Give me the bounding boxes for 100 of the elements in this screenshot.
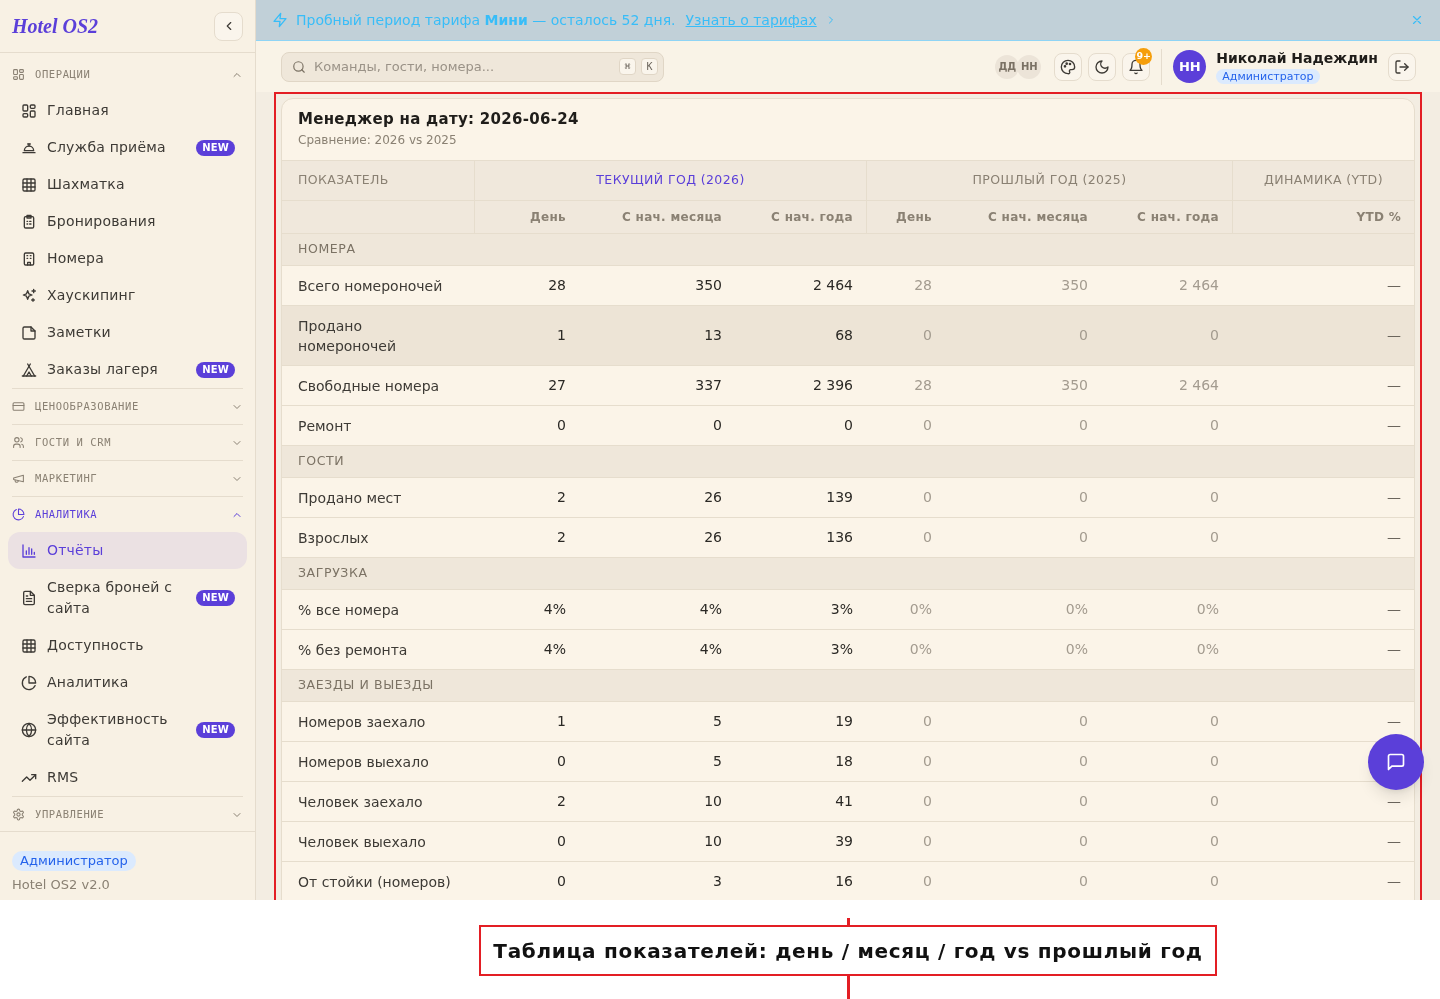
metric-value: 0 — [1210, 872, 1219, 891]
metric-value: 1 — [557, 326, 566, 345]
metric-value: 0 — [1210, 792, 1219, 811]
column-group-header: ДИНАМИКА (YTD) — [1264, 171, 1383, 190]
pie-chart-icon — [12, 508, 25, 521]
metric-value: 41 — [835, 792, 853, 811]
metric-value: 27 — [548, 376, 566, 395]
metric-value: 0 — [713, 416, 722, 435]
metric-label: Продано мест — [298, 488, 402, 508]
app-logo: Hotel OS2 — [12, 14, 99, 39]
nav-item[interactable]: Заметки — [8, 314, 247, 351]
pie-chart-icon — [21, 674, 37, 691]
metric-value: 0 — [1210, 528, 1219, 547]
metric-value: 3% — [830, 640, 853, 659]
nav-item[interactable]: Заказы лагеря NEW — [8, 351, 247, 388]
dark-mode-button[interactable] — [1088, 52, 1117, 81]
column-header: День — [530, 209, 566, 226]
nav-item[interactable]: Главная — [8, 92, 247, 129]
metric-value: 0 — [557, 832, 566, 851]
palette-button[interactable] — [1054, 52, 1083, 81]
section-label: ГОСТИ — [298, 452, 345, 471]
metric-value: 136 — [826, 528, 853, 547]
metric-value: 350 — [1061, 376, 1088, 395]
metric-value: 0% — [1065, 640, 1088, 659]
metric-value: 0 — [1079, 416, 1088, 435]
role-badge: Администратор — [1216, 69, 1320, 84]
new-badge: NEW — [196, 361, 235, 378]
metric-value: 0 — [1079, 528, 1088, 547]
metric-value: 2 464 — [1178, 376, 1219, 395]
metric-label: Взрослых — [298, 528, 369, 548]
section-label: ЗАГРУЗКА — [298, 564, 368, 583]
new-badge: NEW — [196, 139, 235, 156]
column-header: День — [896, 209, 932, 226]
column-header: С нач. месяца — [622, 209, 722, 226]
metric-value: — — [1387, 528, 1401, 547]
nav-item[interactable]: Аналитика — [8, 664, 247, 701]
nav-item[interactable]: Служба приёма NEW — [8, 129, 247, 166]
nav-item[interactable]: Доступность — [8, 627, 247, 664]
new-badge: NEW — [196, 722, 235, 738]
column-header: ПОКАЗАТЕЛЬ — [298, 171, 389, 190]
nav-item[interactable]: Эффективность сайта NEW — [8, 701, 247, 759]
section-toggle[interactable]: АНАЛИТИКА — [8, 497, 247, 532]
metric-value: 0% — [1196, 600, 1219, 619]
nav-item[interactable]: Шахматка — [8, 166, 247, 203]
section-toggle[interactable]: МАРКЕТИНГ — [8, 461, 247, 496]
metric-value: 28 — [548, 276, 566, 295]
section-toggle[interactable]: ГОСТИ И CRM — [8, 425, 247, 460]
metric-label: Ремонт — [298, 416, 352, 436]
metric-value: 2 — [557, 792, 566, 811]
metric-value: 0 — [1079, 832, 1088, 851]
metric-value: 0 — [1210, 326, 1219, 345]
metric-value: 28 — [914, 376, 932, 395]
metric-value: 0 — [1079, 792, 1088, 811]
metric-value: 2 — [557, 488, 566, 507]
metric-value: 0 — [923, 488, 932, 507]
metric-value: — — [1387, 872, 1401, 891]
metric-value: 0% — [909, 600, 932, 619]
nav-item[interactable]: Номера — [8, 240, 247, 277]
report-title: Менеджер на дату: 2026-06-24 — [298, 109, 580, 130]
user-avatar: НН — [1173, 50, 1207, 83]
role-badge: Администратор — [12, 851, 136, 871]
metric-value: 0 — [557, 752, 566, 771]
metric-value: 350 — [695, 276, 722, 295]
metric-value: 0 — [557, 872, 566, 891]
lightning-icon — [272, 12, 288, 28]
annotation-caption: Таблица показателей: день / месяц / год vs прошлый год — [479, 925, 1217, 976]
close-icon — [1410, 13, 1424, 27]
logout-button[interactable] — [1388, 52, 1416, 81]
search-icon — [292, 59, 306, 74]
metric-value: 0 — [1079, 712, 1088, 731]
nav-item[interactable]: Хаускипинг — [8, 277, 247, 314]
metric-value: — — [1387, 600, 1401, 619]
user-avatar: ДД — [995, 54, 1020, 79]
metric-value: 0 — [923, 832, 932, 851]
metric-value: 4% — [543, 640, 566, 659]
tent-icon — [21, 361, 37, 378]
metric-value: 39 — [835, 832, 853, 851]
metric-value: 2 396 — [812, 376, 853, 395]
grid-icon — [21, 637, 37, 654]
credit-card-icon — [12, 400, 25, 413]
metric-label: Свободные номера — [298, 376, 440, 396]
metric-value: — — [1387, 326, 1401, 345]
section-toggle[interactable]: УПРАВЛЕНИЕ — [8, 797, 247, 831]
metric-value: 350 — [1061, 276, 1088, 295]
section-toggle[interactable]: ОПЕРАЦИИ — [8, 57, 247, 92]
metric-value: 0 — [1210, 712, 1219, 731]
nav-item[interactable]: RMS — [8, 759, 247, 796]
metric-value: 10 — [704, 832, 722, 851]
metric-value: 4% — [543, 600, 566, 619]
metric-value: 0 — [1079, 872, 1088, 891]
nav-item[interactable]: Сверка броней с сайта NEW — [8, 569, 247, 627]
user-avatar: НН — [1017, 54, 1042, 79]
metric-value: 0% — [909, 640, 932, 659]
note-icon — [21, 324, 37, 341]
chat-icon — [1386, 752, 1406, 772]
dashboard-icon — [21, 102, 37, 119]
nav-item[interactable]: Отчёты — [8, 532, 247, 569]
column-header: YTD % — [1356, 209, 1401, 226]
section-label: НОМЕРА — [298, 240, 356, 259]
nav-item[interactable]: Бронирования — [8, 203, 247, 240]
